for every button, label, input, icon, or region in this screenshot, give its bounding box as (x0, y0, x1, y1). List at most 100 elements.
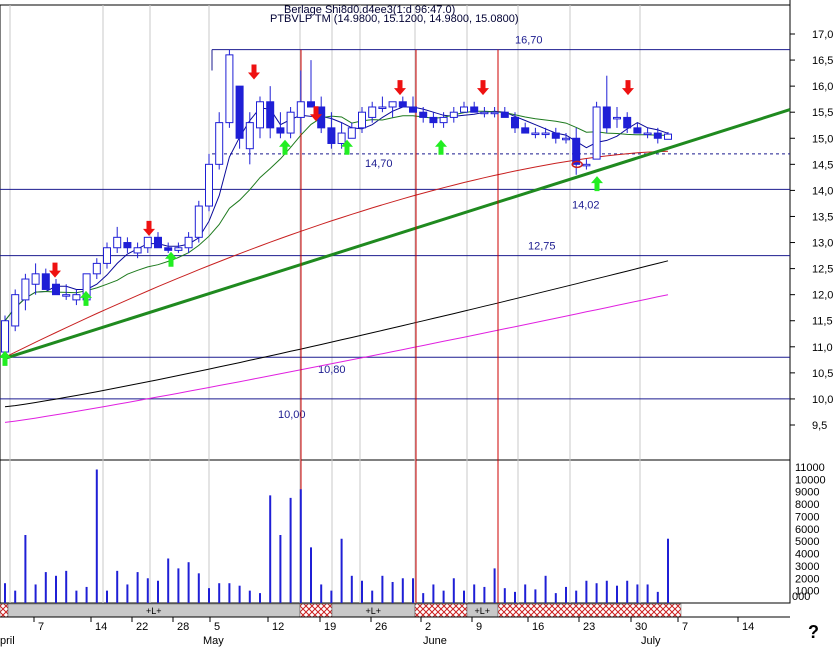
band-segment (414, 603, 468, 618)
volume-tick-label: 10000 (795, 474, 826, 486)
candle-body (623, 116, 632, 129)
date-tick-label: 7 (682, 621, 688, 633)
header-series: PTBVLP TM (14.9800, 15.1200, 14.9800, 15… (270, 13, 519, 25)
price-axis: 17,0 16,5 16,0 15,5 15,0 14,5 14,0 13,5 13,0 12,5… (790, 29, 833, 432)
band-label: +L+ (475, 606, 491, 616)
candle-body (266, 101, 275, 129)
band-segment (497, 603, 682, 618)
candle-body (225, 54, 234, 124)
price-tick-label: 17,0 (812, 29, 833, 41)
candle-body (1, 320, 9, 353)
price-tick-label: 13,5 (812, 211, 833, 223)
candle-body (256, 101, 264, 129)
candle-body (500, 111, 509, 118)
date-tick-label: 28 (177, 621, 189, 633)
candle-body (143, 236, 152, 249)
candle-body (368, 106, 377, 118)
candle-body (235, 85, 244, 139)
candle-body (21, 278, 30, 301)
candle-body (531, 132, 540, 136)
date-tick-label: 19 (324, 621, 336, 633)
candle-body (184, 236, 193, 249)
candle-body (398, 101, 407, 108)
month-label: July (641, 635, 661, 647)
price-tick-label: 16,5 (812, 55, 833, 67)
candle-body (388, 101, 397, 108)
price-tick-label: 15,0 (812, 133, 833, 145)
candle-body (470, 106, 479, 113)
candle-body (133, 247, 142, 254)
volume-tick-label: 11000 (795, 462, 825, 474)
candle-body (52, 283, 60, 296)
help-icon[interactable]: ? (808, 622, 819, 643)
candle-body (174, 247, 183, 251)
candle-body (490, 111, 499, 115)
candle-body (347, 127, 356, 139)
date-tick-label: 2 (425, 621, 431, 633)
candle-body (31, 273, 40, 285)
price-tick-label: 15,5 (812, 107, 833, 119)
candle-body (460, 106, 468, 113)
date-tick-label: 22 (136, 621, 148, 633)
candle-body (378, 106, 387, 109)
candle-body (613, 116, 621, 120)
volume-axis: 1100010000900080007000600050004000300020… (792, 462, 826, 603)
price-tick-label: 12,0 (812, 290, 833, 302)
candle-body (327, 127, 336, 144)
price-panel-frame (0, 4, 791, 461)
candle-body (653, 132, 662, 139)
candle-body (562, 137, 570, 141)
volume-zero-label: 000 (792, 591, 810, 603)
price-tick-label: 10,0 (812, 394, 833, 406)
candle-body (551, 132, 560, 139)
date-tick-label: 30 (635, 621, 647, 633)
candle-body (307, 101, 315, 108)
candle-body (633, 127, 642, 134)
price-tick-label: 9,5 (812, 420, 827, 432)
candle-body (511, 116, 519, 129)
volume-tick-label: 5000 (795, 536, 819, 548)
volume-tick-label: 7000 (795, 511, 819, 523)
candle-body (113, 236, 122, 249)
candle-body (296, 101, 305, 118)
candle-body (337, 132, 346, 144)
candle-body (286, 111, 295, 134)
band-label: +L+ (146, 606, 162, 616)
volume-tick-label: 8000 (795, 499, 819, 511)
candle-body (521, 127, 530, 134)
level-label: 12,75 (528, 241, 556, 253)
band-segment (299, 603, 333, 618)
candle-body (123, 242, 132, 249)
price-tick-label: 14,0 (812, 185, 833, 197)
candle-body (276, 127, 285, 134)
volume-tick-label: 6000 (795, 524, 819, 536)
date-tick-label: 16 (532, 621, 544, 633)
candle-body (11, 294, 20, 327)
candle-body (103, 247, 111, 264)
candle-body (41, 273, 50, 290)
candle-body (541, 132, 550, 136)
price-tick-label: 13,0 (812, 238, 833, 250)
band-segment (0, 603, 9, 618)
price-tick-label: 10,5 (812, 368, 833, 380)
candle-body (72, 294, 81, 301)
candle-body (480, 111, 489, 115)
candle-body (245, 122, 254, 150)
candle-body (582, 163, 591, 167)
candle-body (62, 294, 71, 297)
date-tick-label: 14 (95, 621, 107, 633)
candle-body (215, 122, 224, 165)
candle-body (439, 116, 448, 124)
signal-band: +L+ +L+ +L+ (0, 603, 682, 618)
volume-tick-label: 3000 (795, 561, 819, 573)
volume-panel-frame (0, 459, 791, 604)
candle-body (572, 137, 581, 165)
date-tick-label: 9 (476, 621, 482, 633)
month-label: pril (0, 635, 15, 647)
level-label: 14,70 (365, 158, 393, 170)
candle-body (664, 133, 672, 140)
volume-tick-label: 4000 (795, 549, 819, 561)
price-tick-label: 11,5 (812, 316, 833, 328)
candle-body (205, 163, 213, 207)
candle-body (92, 262, 101, 275)
